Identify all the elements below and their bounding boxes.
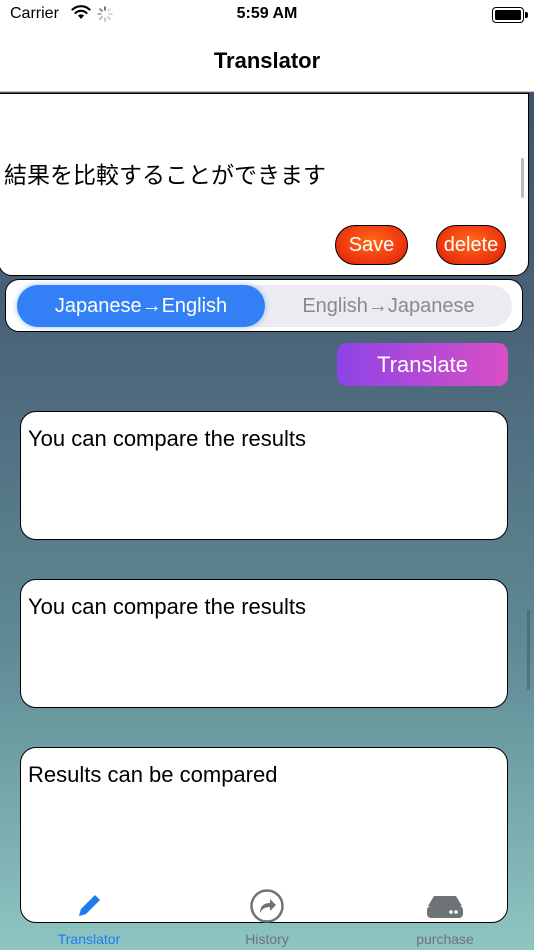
result-text-2: You can compare the results bbox=[28, 594, 307, 619]
result-box-1[interactable]: You can compare the results bbox=[20, 411, 508, 540]
clock: 5:59 AM bbox=[236, 5, 298, 22]
tab-purchase-label: purchase bbox=[416, 931, 474, 947]
result-text-3: Results can be compared bbox=[28, 762, 278, 787]
tab-history-label: History bbox=[245, 931, 289, 947]
translate-button[interactable]: Translate bbox=[337, 343, 508, 386]
result-box-2[interactable]: You can compare the results bbox=[20, 579, 508, 708]
input-scroll-indicator bbox=[521, 158, 524, 198]
status-bar: Carrier 5:59 AM bbox=[0, 0, 534, 32]
tab-translator-label: Translator bbox=[57, 931, 121, 947]
source-text[interactable]: 結果を比較することができます bbox=[4, 156, 326, 190]
source-text-input[interactable]: 結果を比較することができます Save delete bbox=[0, 93, 529, 276]
language-segmented-control[interactable]: Japanese→English English→Japanese bbox=[17, 285, 512, 327]
segment-english-to-japanese[interactable]: English→Japanese bbox=[265, 285, 512, 327]
tab-bar: Translator History purchase bbox=[0, 880, 534, 950]
share-arrow-icon bbox=[250, 889, 284, 923]
page-scroll-indicator bbox=[527, 610, 530, 690]
navigation-bar: Translator bbox=[0, 32, 534, 92]
result-text-1: You can compare the results bbox=[28, 426, 307, 451]
tab-purchase[interactable]: purchase bbox=[356, 880, 534, 950]
battery-icon bbox=[492, 7, 528, 23]
tab-translator[interactable]: Translator bbox=[0, 880, 178, 950]
page-title: Translator bbox=[213, 48, 321, 73]
pencil-icon bbox=[79, 895, 100, 916]
hard-drive-icon bbox=[427, 896, 463, 918]
segment-japanese-to-english[interactable]: Japanese→English bbox=[17, 285, 265, 327]
tab-history[interactable]: History bbox=[178, 880, 356, 950]
delete-button[interactable]: delete bbox=[436, 225, 506, 265]
save-button[interactable]: Save bbox=[335, 225, 408, 265]
language-direction-panel: Japanese→English English→Japanese bbox=[5, 279, 523, 332]
